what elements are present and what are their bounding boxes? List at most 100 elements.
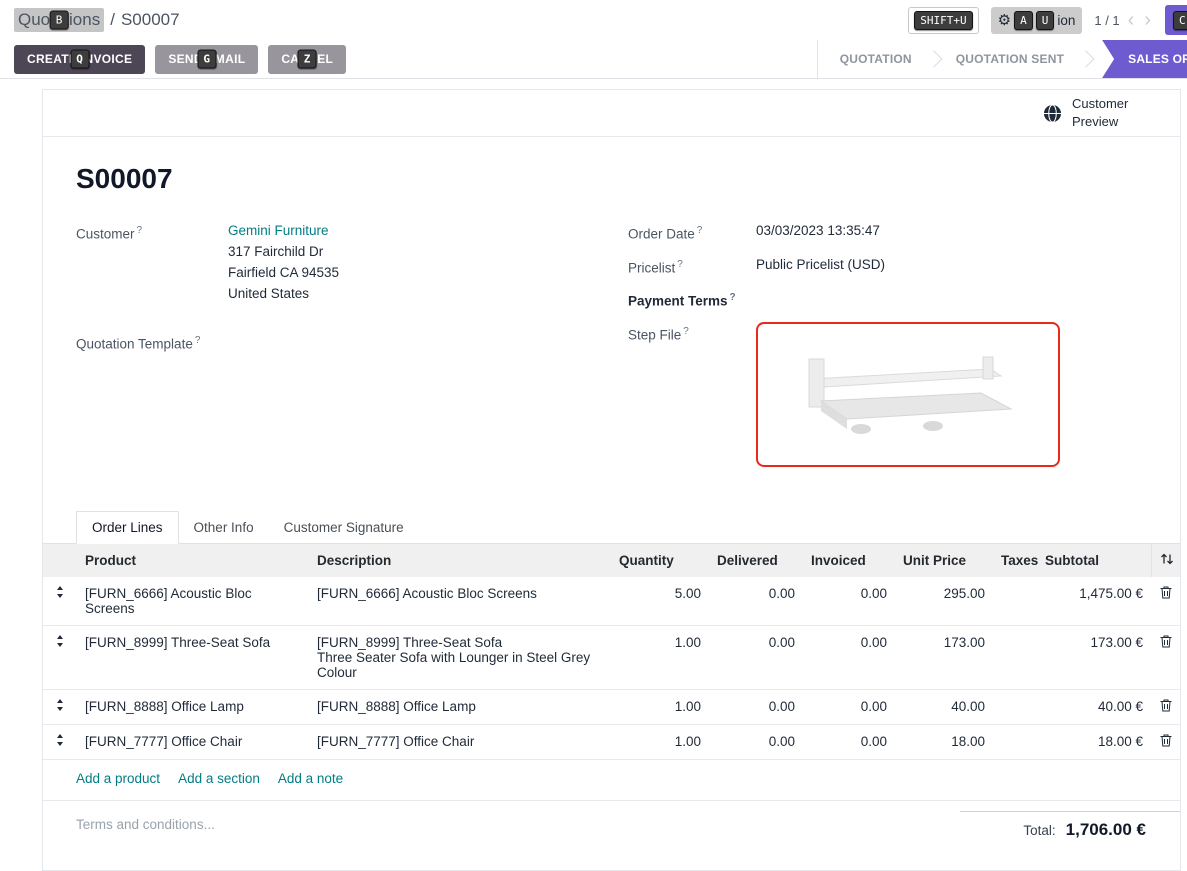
tab-other-info[interactable]: Other Info (179, 512, 269, 543)
cell-unit-price[interactable]: 40.00 (895, 689, 993, 724)
header-taxes[interactable]: Taxes (993, 543, 1037, 577)
status-step-quotation-sent[interactable]: QUOTATION SENT (940, 52, 1080, 66)
cell-taxes[interactable] (993, 577, 1037, 626)
cell-product[interactable]: [FURN_8888] Office Lamp (77, 689, 309, 724)
terms-placeholder[interactable]: Terms and conditions... (76, 817, 215, 832)
breadcrumb-bar: Quotations B / S00007 SHIFT+U ⚙ A U ion … (0, 0, 1187, 40)
field-order-date: Order Date? 03/03/2023 13:35:47 (628, 221, 1147, 245)
cell-delivered[interactable]: 0.00 (709, 689, 803, 724)
total-label: Total: (1023, 823, 1055, 838)
field-payment-terms: Payment Terms? (628, 288, 1147, 312)
add-product-link[interactable]: Add a product (76, 771, 160, 786)
pricelist-value[interactable]: Public Pricelist (USD) (756, 255, 885, 279)
help-marker: ? (697, 225, 703, 236)
optional-columns-icon[interactable] (1160, 553, 1174, 565)
drag-handle-icon[interactable] (56, 734, 64, 749)
help-marker: ? (677, 259, 683, 270)
pager-next-button[interactable]: › (1142, 10, 1153, 30)
cell-invoiced[interactable]: 0.00 (803, 577, 895, 626)
hint-badge-quotations: B (50, 11, 69, 30)
shortcut-hint-chip: SHIFT+U (908, 7, 978, 34)
field-customer: Customer? Gemini Furniture 317 Fairchild… (76, 221, 628, 304)
action-menu-label: ion (1057, 13, 1075, 28)
delete-row-icon[interactable] (1160, 700, 1172, 715)
status-step-sales-order[interactable]: SALES ORDER (1102, 40, 1187, 78)
field-groups: Customer? Gemini Furniture 317 Fairchild… (76, 221, 1147, 477)
cell-product[interactable]: [FURN_8999] Three-Seat Sofa (77, 625, 309, 689)
drag-handle-icon[interactable] (56, 586, 64, 601)
cell-taxes[interactable] (993, 625, 1037, 689)
cell-quantity[interactable]: 1.00 (611, 689, 709, 724)
cell-taxes[interactable] (993, 689, 1037, 724)
cell-subtotal: 18.00 € (1037, 724, 1151, 759)
order-title[interactable]: S00007 (76, 163, 1147, 195)
pager-previous-button[interactable]: ‹ (1126, 10, 1137, 30)
header-delivered[interactable]: Delivered (709, 543, 803, 577)
customer-field-label: Customer? (76, 221, 228, 304)
cell-product[interactable]: [FURN_6666] Acoustic Bloc Screens (77, 577, 309, 626)
send-email-button[interactable]: SEND EMAIL G (155, 45, 258, 74)
breadcrumb-quotations[interactable]: Quotations B (14, 8, 104, 32)
tab-order-lines[interactable]: Order Lines (76, 511, 179, 544)
cell-unit-price[interactable]: 18.00 (895, 724, 993, 759)
cell-quantity[interactable]: 5.00 (611, 577, 709, 626)
cell-description[interactable]: [FURN_8888] Office Lamp (309, 689, 611, 724)
tab-customer-signature[interactable]: Customer Signature (269, 512, 419, 543)
header-quantity[interactable]: Quantity (611, 543, 709, 577)
cell-invoiced[interactable]: 0.00 (803, 724, 895, 759)
create-invoice-button[interactable]: CREATE INVOICE Q (14, 45, 145, 74)
header-product[interactable]: Product (77, 543, 309, 577)
header-description[interactable]: Description (309, 543, 611, 577)
cell-quantity[interactable]: 1.00 (611, 724, 709, 759)
order-footer: Terms and conditions... Total: 1,706.00 … (43, 801, 1180, 840)
header-options[interactable] (1151, 543, 1180, 577)
cell-unit-price[interactable]: 295.00 (895, 577, 993, 626)
cell-description[interactable]: [FURN_6666] Acoustic Bloc Screens (309, 577, 611, 626)
cell-quantity[interactable]: 1.00 (611, 625, 709, 689)
cancel-button[interactable]: CANCEL Z (268, 45, 346, 74)
order-date-value[interactable]: 03/03/2023 13:35:47 (756, 221, 880, 245)
status-step-quotation[interactable]: QUOTATION (824, 52, 928, 66)
cell-invoiced[interactable]: 0.00 (803, 625, 895, 689)
pager-count: 1 / 1 (1094, 13, 1119, 28)
help-marker: ? (683, 326, 689, 337)
notebook-tabs: Order Lines Other Info Customer Signatur… (76, 511, 1147, 543)
drag-handle-icon[interactable] (56, 635, 64, 650)
cell-product[interactable]: [FURN_7777] Office Chair (77, 724, 309, 759)
total-value: 1,706.00 € (1066, 820, 1146, 840)
create-button[interactable]: C (1165, 5, 1187, 35)
cell-invoiced[interactable]: 0.00 (803, 689, 895, 724)
table-row: [FURN_6666] Acoustic Bloc Screens [FURN_… (43, 577, 1180, 626)
action-menu-button[interactable]: ⚙ A U ion (991, 7, 1083, 34)
delete-row-icon[interactable] (1160, 636, 1172, 651)
cell-delivered[interactable]: 0.00 (709, 577, 803, 626)
help-marker: ? (137, 225, 143, 236)
header-subtotal[interactable]: Subtotal (1037, 543, 1151, 577)
step-file-3d-preview (783, 339, 1033, 449)
cell-taxes[interactable] (993, 724, 1037, 759)
hint-badge-a: A (1014, 11, 1033, 30)
add-note-link[interactable]: Add a note (278, 771, 343, 786)
cell-delivered[interactable]: 0.00 (709, 625, 803, 689)
add-section-link[interactable]: Add a section (178, 771, 260, 786)
cell-unit-price[interactable]: 173.00 (895, 625, 993, 689)
breadcrumb-separator: / (110, 10, 115, 30)
step-file-preview-box[interactable] (756, 322, 1060, 467)
cell-delivered[interactable]: 0.00 (709, 724, 803, 759)
gear-icon: ⚙ (998, 13, 1011, 28)
drag-handle-icon[interactable] (56, 699, 64, 714)
order-form-card: Customer Preview S00007 Customer? Gemini… (42, 89, 1181, 871)
table-header-row: Product Description Quantity Delivered I… (43, 543, 1180, 577)
customer-preview-button[interactable]: Customer Preview (1043, 95, 1136, 130)
customer-link[interactable]: Gemini Furniture (228, 223, 329, 238)
status-chevron-icon (1078, 51, 1095, 68)
header-unit-price[interactable]: Unit Price (895, 543, 993, 577)
delete-row-icon[interactable] (1160, 735, 1172, 750)
pricelist-field-label: Pricelist? (628, 255, 756, 279)
cell-description[interactable]: [FURN_7777] Office Chair (309, 724, 611, 759)
cell-description[interactable]: [FURN_8999] Three-Seat Sofa Three Seater… (309, 625, 611, 689)
hint-badge-c: C (1173, 11, 1187, 30)
hint-badge-cancel: Z (298, 50, 317, 69)
delete-row-icon[interactable] (1160, 587, 1172, 602)
header-invoiced[interactable]: Invoiced (803, 543, 895, 577)
